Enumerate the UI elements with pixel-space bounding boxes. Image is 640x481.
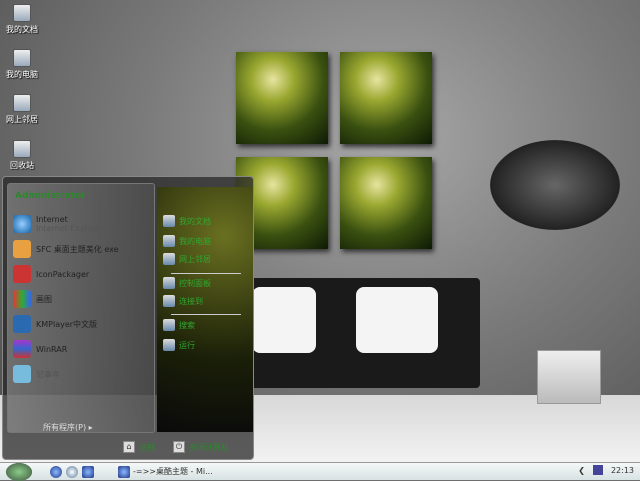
wall-art-panel xyxy=(236,52,328,144)
tray-network-icon[interactable] xyxy=(592,465,603,475)
clock[interactable]: 22:13 xyxy=(611,466,634,475)
program-winrar[interactable]: WinRAR xyxy=(13,338,148,360)
place-my-documents[interactable]: 我的文档 xyxy=(163,215,211,227)
system-tray: ❮ 22:13 xyxy=(578,465,634,475)
wallpaper-pot xyxy=(537,350,601,404)
run-icon xyxy=(163,339,175,351)
globe-icon xyxy=(163,295,175,307)
wall-art-panel xyxy=(340,157,432,249)
wallpaper-pillow xyxy=(356,287,438,353)
desktop-icon-my-documents[interactable]: 我的文档 xyxy=(2,4,42,35)
notepad-icon xyxy=(13,365,31,383)
user-name: Administrator xyxy=(15,191,86,201)
recycle-bin-icon xyxy=(13,140,31,158)
power-icon: ⏻ xyxy=(173,441,185,453)
program-kmplayer[interactable]: KMPlayer中文版 xyxy=(13,313,148,335)
computer-icon xyxy=(13,49,31,67)
desktop-icon-my-computer[interactable]: 我的电脑 xyxy=(2,49,42,80)
place-run[interactable]: 运行 xyxy=(163,339,195,351)
shutdown-button[interactable]: ⏻ 关闭计算机 xyxy=(173,441,229,453)
iconpackager-icon xyxy=(13,265,31,283)
place-control-panel[interactable]: 控制面板 xyxy=(163,277,211,289)
program-label: WinRAR xyxy=(36,344,68,354)
program-label: 画图 xyxy=(36,294,52,304)
wallpaper-pillow xyxy=(252,287,316,353)
wallpaper-plant xyxy=(490,140,620,230)
place-search[interactable]: 搜索 xyxy=(163,319,195,331)
program-notepad[interactable]: 记事本 xyxy=(13,363,148,385)
computer-icon xyxy=(163,235,175,247)
program-paint[interactable]: 画图 xyxy=(13,288,148,310)
ie-icon xyxy=(13,215,31,233)
separator xyxy=(171,314,241,315)
quicklaunch-desktop-icon[interactable] xyxy=(82,465,94,478)
all-programs-button[interactable]: 所有程序(P) ▸ xyxy=(43,422,93,433)
place-connect-to[interactable]: 连接到 xyxy=(163,295,203,307)
program-iconpackager[interactable]: IconPackager xyxy=(13,263,148,285)
place-my-computer[interactable]: 我的电脑 xyxy=(163,235,211,247)
program-label: KMPlayer中文版 xyxy=(36,319,98,329)
search-icon xyxy=(163,319,175,331)
documents-icon xyxy=(163,215,175,227)
paint-icon xyxy=(13,290,31,308)
place-network[interactable]: 网上邻居 xyxy=(163,253,211,265)
quicklaunch-ie-icon[interactable] xyxy=(50,465,62,478)
winrar-icon xyxy=(13,340,31,358)
sfc-icon xyxy=(13,240,31,258)
control-panel-icon xyxy=(163,277,175,289)
program-label: SFC 桌面主题美化 exe xyxy=(36,244,119,254)
desktop-icon-recycle-bin[interactable]: 回收站 xyxy=(2,140,42,171)
program-label: Internet Internet Explorer xyxy=(36,215,104,233)
tray-expand-icon[interactable]: ❮ xyxy=(578,466,585,475)
separator xyxy=(171,273,241,274)
program-label: 记事本 xyxy=(36,369,60,379)
taskbar: -=>>桌酷主题 - Mi... ❮ 22:13 xyxy=(0,462,640,481)
quicklaunch-media-icon[interactable] xyxy=(66,465,78,478)
network-icon xyxy=(13,94,31,112)
program-sfc[interactable]: SFC 桌面主题美化 exe xyxy=(13,238,148,260)
wall-art-panel xyxy=(340,52,432,144)
program-label: IconPackager xyxy=(36,269,90,279)
start-button[interactable] xyxy=(6,462,32,481)
taskbar-button-window[interactable]: -=>>桌酷主题 - Mi... xyxy=(118,465,213,478)
window-icon xyxy=(118,465,130,478)
network-icon xyxy=(163,253,175,265)
logoff-icon: ⌂ xyxy=(123,441,135,453)
logoff-button[interactable]: ⌂ 注销 xyxy=(123,441,155,453)
desktop-icon-network[interactable]: 网上邻居 xyxy=(2,94,42,125)
program-internet-explorer[interactable]: Internet Internet Explorer xyxy=(13,213,148,235)
start-menu: Administrator Internet Internet Explorer … xyxy=(2,176,254,460)
kmplayer-icon xyxy=(13,315,31,333)
documents-icon xyxy=(13,4,31,22)
